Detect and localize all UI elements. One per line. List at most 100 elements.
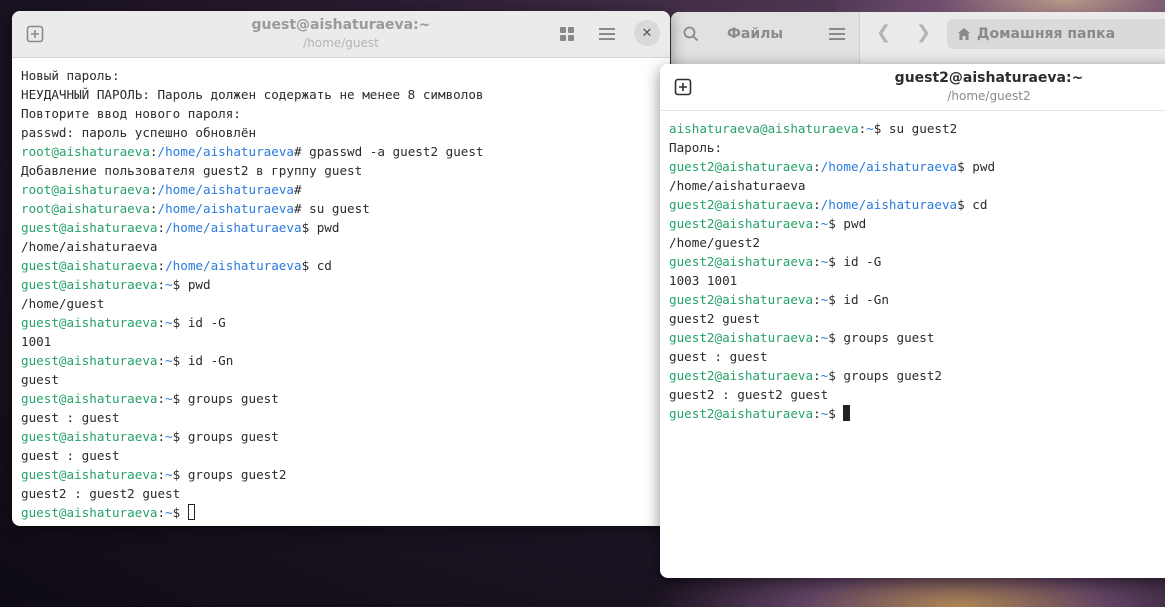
- terminal-text: $ pwd: [172, 277, 211, 292]
- prompt-user: root@aishaturaeva: [21, 201, 150, 216]
- terminal-text: /home/aishaturaeva: [21, 239, 158, 254]
- terminal-text: НЕУДАЧНЫЙ ПАРОЛЬ: Пароль должен содержат…: [21, 87, 484, 102]
- terminal-text: /home/guest: [21, 296, 105, 311]
- terminal-text: guest2 : guest2 guest: [21, 486, 181, 501]
- prompt-user: guest@aishaturaeva: [21, 429, 158, 444]
- terminal-text: :: [149, 201, 158, 216]
- prompt-user: guest@aishaturaeva: [21, 353, 158, 368]
- terminal-text: $ groups guest: [172, 391, 279, 406]
- terminal-text: :: [157, 277, 166, 292]
- tab-overview-icon[interactable]: [553, 20, 581, 48]
- prompt-path: ~: [165, 429, 173, 444]
- terminal-line: guest@aishaturaeva:~$: [21, 503, 661, 522]
- terminal-text: Новый пароль:: [21, 68, 120, 83]
- terminal-line: Повторите ввод нового пароля:: [21, 104, 661, 123]
- terminal-text: :: [813, 368, 821, 383]
- prompt-path: ~: [165, 277, 173, 292]
- terminal-text: 1001: [21, 334, 52, 349]
- terminal-text: :: [149, 182, 158, 197]
- prompt-path: ~: [165, 315, 173, 330]
- prompt-user: guest2@aishaturaeva: [669, 368, 814, 383]
- terminal-text: #: [293, 182, 302, 197]
- terminal-text: /home/aishaturaeva: [669, 178, 806, 193]
- terminal-header: guest@aishaturaeva:~ /home/guest ✕: [12, 11, 670, 58]
- terminal-line: guest2@aishaturaeva:~$ groups guest: [669, 328, 1165, 347]
- terminal-line: НЕУДАЧНЫЙ ПАРОЛЬ: Пароль должен содержат…: [21, 85, 661, 104]
- menu-icon[interactable]: [593, 20, 621, 48]
- terminal-text: :: [157, 391, 166, 406]
- terminal-output[interactable]: Новый пароль: НЕУДАЧНЫЙ ПАРОЛЬ: Пароль до…: [12, 58, 670, 526]
- terminal-text: :: [157, 505, 166, 520]
- terminal-line: guest2 : guest2 guest: [21, 484, 661, 503]
- terminal-header: guest2@aishaturaeva:~ /home/guest2: [660, 64, 1165, 111]
- files-window: Файлы ❮ ❯ Домашняя папка: [671, 12, 1165, 72]
- terminal-text: :: [157, 353, 166, 368]
- close-icon[interactable]: ✕: [634, 20, 660, 46]
- terminal-text: Пароль:: [669, 140, 723, 155]
- terminal-text: $ pwd: [957, 159, 996, 174]
- terminal-line: /home/guest2: [669, 233, 1165, 252]
- prompt-user: guest2@aishaturaeva: [669, 292, 814, 307]
- terminal-text: :: [157, 315, 166, 330]
- prompt-user: guest2@aishaturaeva: [669, 330, 814, 345]
- menu-icon[interactable]: [823, 20, 851, 48]
- prompt-user: guest2@aishaturaeva: [669, 159, 814, 174]
- terminal-line: guest : guest: [21, 446, 661, 465]
- prompt-path: /home/aishaturaeva: [165, 220, 302, 235]
- terminal-line: guest2@aishaturaeva:/home/aishaturaeva$ …: [669, 157, 1165, 176]
- terminal-line: guest@aishaturaeva:~$ groups guest: [21, 427, 661, 446]
- location-label: Домашняя папка: [977, 26, 1116, 42]
- terminal-line: root@aishaturaeva:/home/aishaturaeva# gp…: [21, 142, 661, 161]
- terminal-text: $ cd: [957, 197, 988, 212]
- terminal-output[interactable]: aishaturaeva@aishaturaeva:~$ su guest2 Па…: [660, 111, 1165, 431]
- terminal-window-guest2[interactable]: guest2@aishaturaeva:~ /home/guest2 aisha…: [660, 64, 1165, 578]
- terminal-line: guest2 guest: [669, 309, 1165, 328]
- terminal-text: :: [157, 467, 166, 482]
- prompt-path: ~: [866, 121, 874, 136]
- terminal-line: root@aishaturaeva:/home/aishaturaeva#: [21, 180, 661, 199]
- terminal-line: guest2@aishaturaeva:~$ groups guest2: [669, 366, 1165, 385]
- files-sidebar-title: Файлы: [727, 26, 784, 42]
- terminal-text: :: [813, 292, 821, 307]
- terminal-line: guest : guest: [21, 408, 661, 427]
- terminal-line: 1001: [21, 332, 661, 351]
- prompt-user: guest@aishaturaeva: [21, 467, 158, 482]
- terminal-text: passwd: пароль успешно обновлён: [21, 125, 257, 140]
- prompt-user: guest@aishaturaeva: [21, 277, 158, 292]
- prompt-user: guest2@aishaturaeva: [669, 216, 814, 231]
- terminal-text: :: [157, 429, 166, 444]
- forward-icon[interactable]: ❯: [916, 22, 931, 43]
- prompt-user: root@aishaturaeva: [21, 182, 150, 197]
- terminal-text: :: [813, 159, 821, 174]
- terminal-line: Добавление пользователя guest2 в группу …: [21, 161, 661, 180]
- search-icon[interactable]: [677, 20, 705, 48]
- terminal-text: guest2 : guest2 guest: [669, 387, 829, 402]
- prompt-user: guest2@aishaturaeva: [669, 254, 814, 269]
- terminal-line: guest: [21, 370, 661, 389]
- terminal-line: guest@aishaturaeva:~$ id -Gn: [21, 351, 661, 370]
- terminal-line: passwd: пароль успешно обновлён: [21, 123, 661, 142]
- terminal-line: root@aishaturaeva:/home/aishaturaeva# su…: [21, 199, 661, 218]
- terminal-text: :: [813, 216, 821, 231]
- terminal-line: Новый пароль:: [21, 66, 661, 85]
- terminal-line: guest@aishaturaeva:/home/aishaturaeva$ c…: [21, 256, 661, 275]
- terminal-text: :: [157, 258, 166, 273]
- terminal-window-guest[interactable]: guest@aishaturaeva:~ /home/guest ✕ Новый…: [12, 11, 670, 526]
- terminal-line: guest : guest: [669, 347, 1165, 366]
- window-subtitle: /home/guest2: [947, 89, 1031, 103]
- back-icon[interactable]: ❮: [876, 22, 891, 43]
- terminal-text: guest: [21, 372, 59, 387]
- terminal-line: guest2@aishaturaeva:~$ pwd: [669, 214, 1165, 233]
- prompt-user: guest@aishaturaeva: [21, 315, 158, 330]
- terminal-cursor: [843, 405, 851, 421]
- terminal-text: :: [813, 197, 821, 212]
- terminal-line: guest2@aishaturaeva:~$: [669, 404, 1165, 423]
- prompt-path: ~: [165, 391, 173, 406]
- terminal-text: guest2 guest: [669, 311, 760, 326]
- terminal-line: guest@aishaturaeva:~$ pwd: [21, 275, 661, 294]
- terminal-line: Пароль:: [669, 138, 1165, 157]
- terminal-text: $ pwd: [301, 220, 340, 235]
- terminal-text: $: [172, 505, 188, 520]
- terminal-text: guest : guest: [21, 448, 120, 463]
- location-bar[interactable]: Домашняя папка: [947, 19, 1165, 49]
